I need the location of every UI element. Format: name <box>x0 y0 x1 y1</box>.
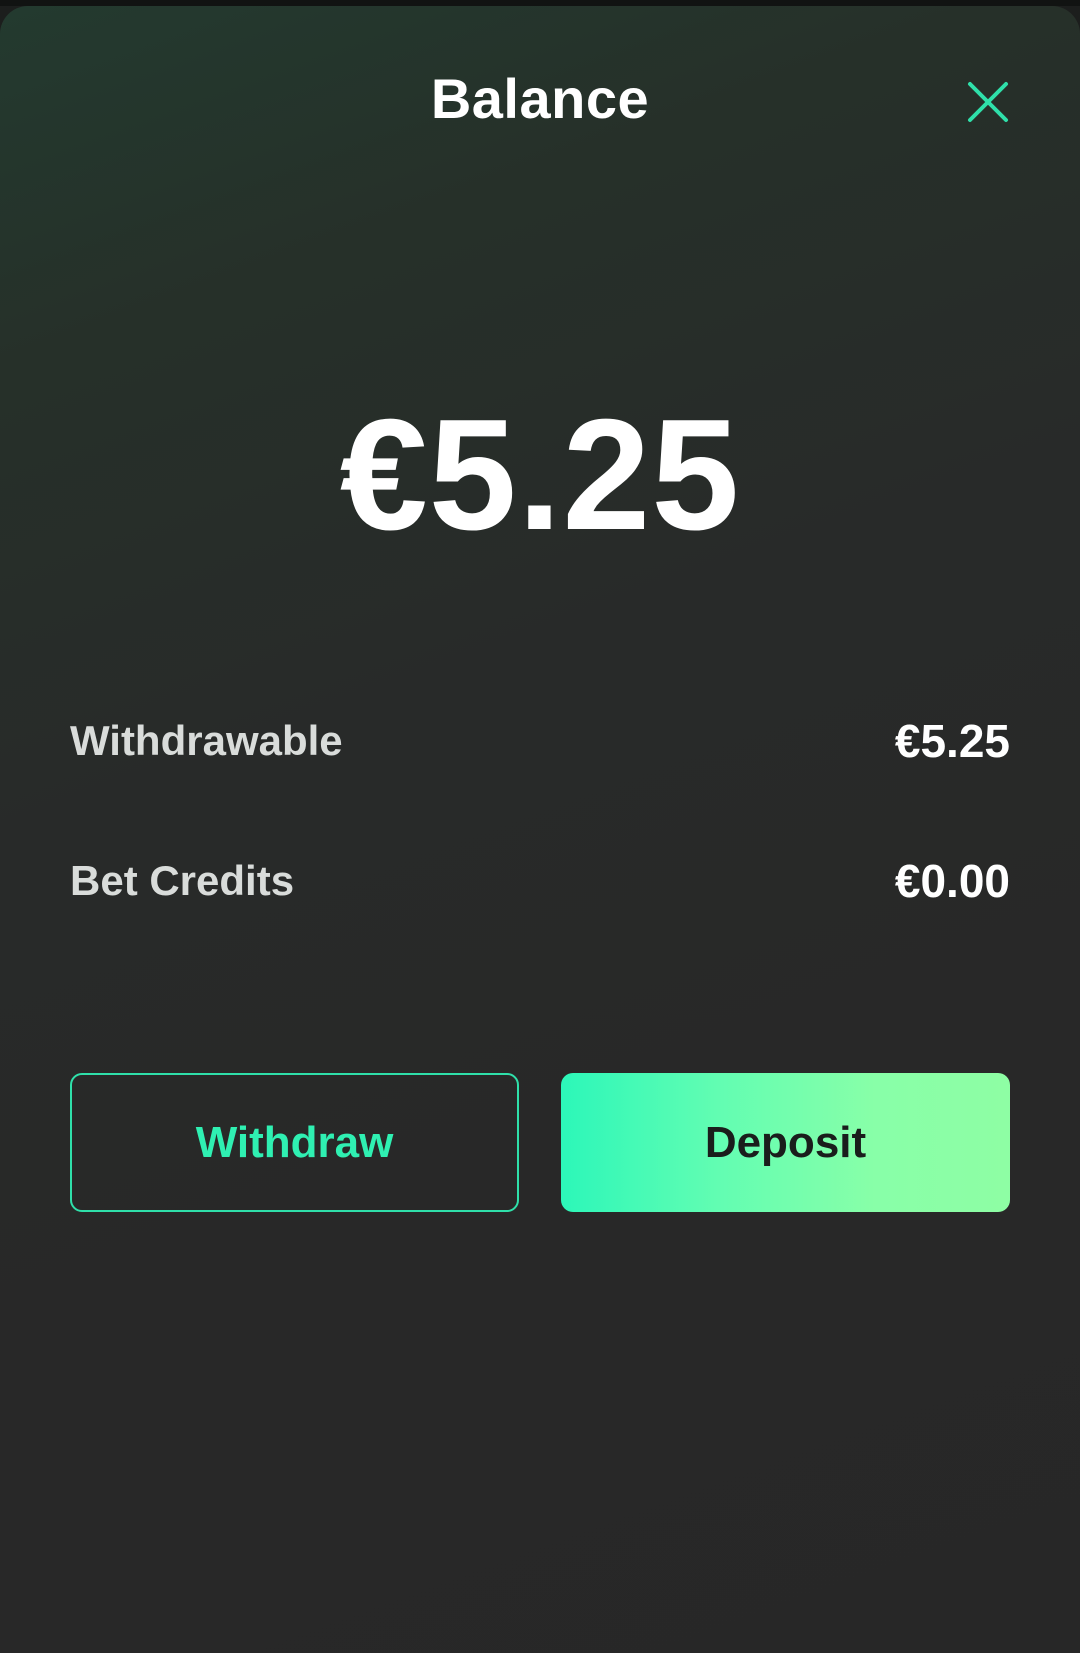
withdraw-button-label: Withdraw <box>195 1117 394 1167</box>
bet-credits-label: Bet Credits <box>70 857 295 904</box>
sheet-header: Balance <box>0 56 1080 146</box>
withdrawable-row: Withdrawable €5.25 <box>70 711 1010 771</box>
close-icon <box>968 82 1008 122</box>
bet-credits-value: €0.00 <box>894 855 1010 907</box>
sheet-title: Balance <box>430 67 650 130</box>
withdraw-button[interactable]: Withdraw <box>70 1073 519 1212</box>
bet-credits-row: Bet Credits €0.00 <box>70 851 1010 911</box>
deposit-button[interactable]: Deposit <box>561 1073 1010 1212</box>
balance-sheet: Balance €5.25 Withdrawable €5.25 Bet Cre… <box>0 6 1080 1653</box>
total-balance: €5.25 <box>339 387 741 563</box>
withdrawable-label: Withdrawable <box>70 717 343 764</box>
withdrawable-value: €5.25 <box>894 715 1010 767</box>
deposit-button-label: Deposit <box>704 1117 867 1167</box>
close-button[interactable] <box>964 78 1012 126</box>
